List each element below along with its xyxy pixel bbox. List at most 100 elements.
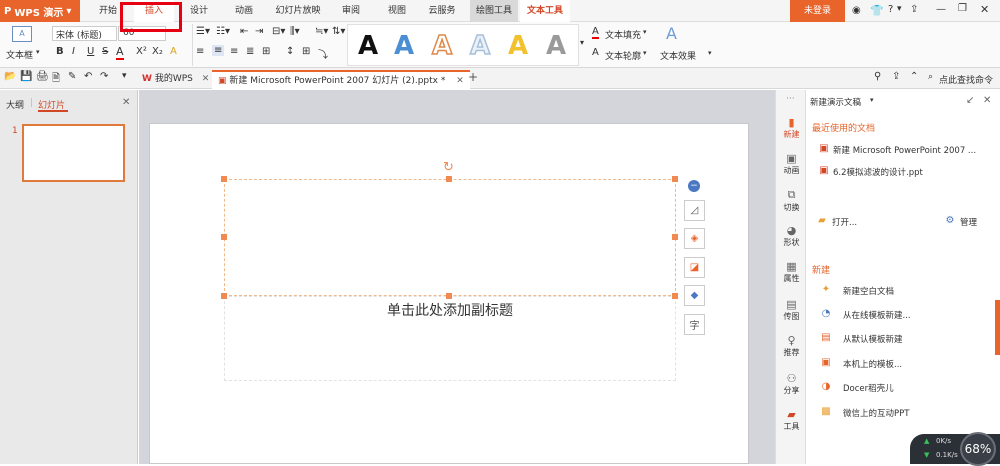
sidebar-item-transition[interactable]: ⧉ 切换	[776, 188, 807, 213]
sidebar-item-upload[interactable]: ▤ 传图	[776, 298, 807, 322]
gallery-more-icon[interactable]: ▾	[580, 38, 584, 47]
title-placeholder[interactable]	[224, 179, 676, 296]
clear-format-icon[interactable]: A	[170, 46, 177, 57]
align-right-icon[interactable]: ≡	[230, 46, 238, 57]
panel-toggle-handle[interactable]	[995, 300, 1000, 355]
print-icon[interactable]: 🖨	[36, 71, 49, 82]
align-left-icon[interactable]: ≡	[196, 46, 204, 57]
line-spacing-icon[interactable]: ↕	[286, 46, 294, 57]
text-style-blue[interactable]: A	[394, 31, 414, 61]
wps-app-menu-button[interactable]: P WPS 演示 ▾	[0, 0, 80, 22]
distribute-icon[interactable]: ⊞	[262, 46, 270, 57]
new-blank-document[interactable]: 新建空白文档	[843, 285, 894, 297]
sidebar-item-properties[interactable]: ▦ 属性	[776, 260, 807, 284]
textbox-button[interactable]: 文本框	[6, 48, 33, 61]
open-button[interactable]: 打开...	[832, 216, 857, 228]
sidebar-item-tools[interactable]: ▰ 工具	[776, 408, 807, 432]
columns-icon[interactable]: ⫼▾	[290, 26, 300, 37]
new-from-default-template[interactable]: 从默认模板新建	[843, 333, 903, 345]
close-icon[interactable]: ✕	[456, 76, 464, 86]
align-center-icon[interactable]: ≡	[212, 45, 225, 56]
resize-handle[interactable]	[672, 176, 678, 182]
increase-indent-icon[interactable]: ⇥	[255, 26, 263, 37]
sidebar-item-new[interactable]: ▮ 新建	[776, 116, 807, 140]
minimize-icon[interactable]: —	[936, 4, 946, 15]
resize-handle[interactable]	[221, 176, 227, 182]
text-direction-icon[interactable]: ≒▾	[315, 26, 328, 37]
tab-design[interactable]: 设计	[183, 0, 215, 22]
tab-my-wps[interactable]: W 我的WPS ✕	[136, 70, 215, 89]
paragraph-icon[interactable]: ⊟▾	[272, 26, 285, 37]
numbered-list-icon[interactable]: ☷▾	[216, 26, 230, 37]
font-color-icon[interactable]: A	[116, 45, 124, 60]
close-icon[interactable]: ✕	[122, 97, 130, 108]
new-from-online-template[interactable]: 从在线模板新建...	[843, 309, 911, 321]
shape-edit-icon[interactable]: ◿	[684, 200, 705, 221]
docer-link[interactable]: Docer稻壳儿	[843, 382, 894, 394]
collapse-ribbon-icon[interactable]: ⇪	[910, 4, 918, 15]
sidebar-item-recommend[interactable]: ♀ 推荐	[776, 334, 807, 358]
tab-view[interactable]: 视图	[381, 0, 413, 22]
new-tab-icon[interactable]: +	[468, 70, 478, 84]
task-pane-title[interactable]: 新建演示文稿	[810, 96, 861, 108]
textbox-icon[interactable]: A	[12, 26, 32, 42]
chevron-down-icon[interactable]: ▾	[36, 48, 40, 56]
tab-text-tools[interactable]: 文本工具	[520, 0, 570, 22]
skin-icon[interactable]: ◉	[852, 5, 861, 16]
tab-current-document[interactable]: ▣ 新建 Microsoft PowerPoint 2007 幻灯片 (2).p…	[212, 70, 470, 89]
strikethrough-button[interactable]: S	[102, 46, 108, 57]
superscript-icon[interactable]: X²	[136, 46, 147, 57]
subscript-icon[interactable]: X₂	[152, 46, 163, 57]
tab-cloud[interactable]: 云服务	[422, 0, 462, 22]
recent-doc-item[interactable]: 6.2模拟滤波的设计.ppt	[833, 166, 923, 178]
restore-icon[interactable]: ❐	[958, 3, 967, 14]
text-rotate-icon[interactable]: ⤵	[318, 46, 328, 61]
sort-icon[interactable]: ⇅▾	[332, 26, 345, 37]
pin-icon[interactable]: ⚲	[874, 71, 881, 82]
save-icon[interactable]: 💾	[20, 71, 32, 82]
format-painter-icon[interactable]: ✎	[68, 71, 76, 82]
tab-review[interactable]: 审阅	[335, 0, 367, 22]
text-style-light-blue-outline[interactable]: A	[469, 30, 491, 62]
close-icon[interactable]: ✕	[202, 74, 210, 84]
close-icon[interactable]: ✕	[980, 3, 989, 16]
resize-handle[interactable]	[446, 176, 452, 182]
text-style-yellow[interactable]: A	[508, 31, 528, 61]
wechat-interactive-ppt[interactable]: 微信上的互动PPT	[843, 407, 909, 419]
justify-icon[interactable]: ≣	[246, 46, 254, 57]
redo-icon[interactable]: ↷	[100, 71, 108, 82]
resize-handle[interactable]	[446, 293, 452, 299]
resize-handle[interactable]	[672, 293, 678, 299]
text-effect-button[interactable]: 文本效果	[660, 49, 696, 62]
resize-handle[interactable]	[672, 234, 678, 240]
text-style-gray[interactable]: A	[546, 31, 566, 61]
text-icon[interactable]: 字	[684, 314, 705, 335]
command-search[interactable]: 点此查找命令	[939, 73, 993, 86]
rotate-handle-icon[interactable]: ↻	[443, 160, 454, 175]
chevron-down-icon[interactable]: ▾	[643, 28, 647, 36]
text-fill-button[interactable]: 文本填充	[605, 28, 641, 41]
close-icon[interactable]: ✕	[983, 95, 991, 106]
text-fill-icon[interactable]: A	[592, 26, 599, 39]
more-icon[interactable]: ···	[786, 94, 795, 104]
tab-slideshow[interactable]: 幻灯片放映	[270, 0, 326, 22]
chevron-down-icon[interactable]: ▾	[870, 96, 874, 104]
italic-button[interactable]: I	[72, 46, 75, 57]
tab-drawing-tools[interactable]: 绘图工具	[470, 0, 518, 22]
collapse-tools-icon[interactable]: −	[688, 180, 700, 192]
fill-bucket-icon[interactable]: ◈	[684, 228, 705, 249]
resize-handle[interactable]	[221, 293, 227, 299]
local-templates[interactable]: 本机上的模板...	[843, 358, 902, 370]
decrease-indent-icon[interactable]: ⇤	[240, 26, 248, 37]
chevron-down-icon[interactable]: ▾	[708, 49, 712, 57]
memory-usage-gauge[interactable]: 68%	[960, 432, 996, 466]
text-effect-icon[interactable]: A	[666, 24, 677, 43]
print-preview-icon[interactable]: 🗎	[52, 71, 60, 88]
slide-thumbnail[interactable]	[22, 124, 125, 182]
share-icon[interactable]: ⇪	[892, 71, 900, 82]
customize-dropdown-icon[interactable]: ▾	[122, 71, 127, 81]
text-style-black[interactable]: A	[358, 31, 378, 61]
bullet-list-icon[interactable]: ☰▾	[196, 26, 210, 37]
collapse-icon[interactable]: ⌃	[910, 71, 918, 82]
resize-handle[interactable]	[221, 234, 227, 240]
